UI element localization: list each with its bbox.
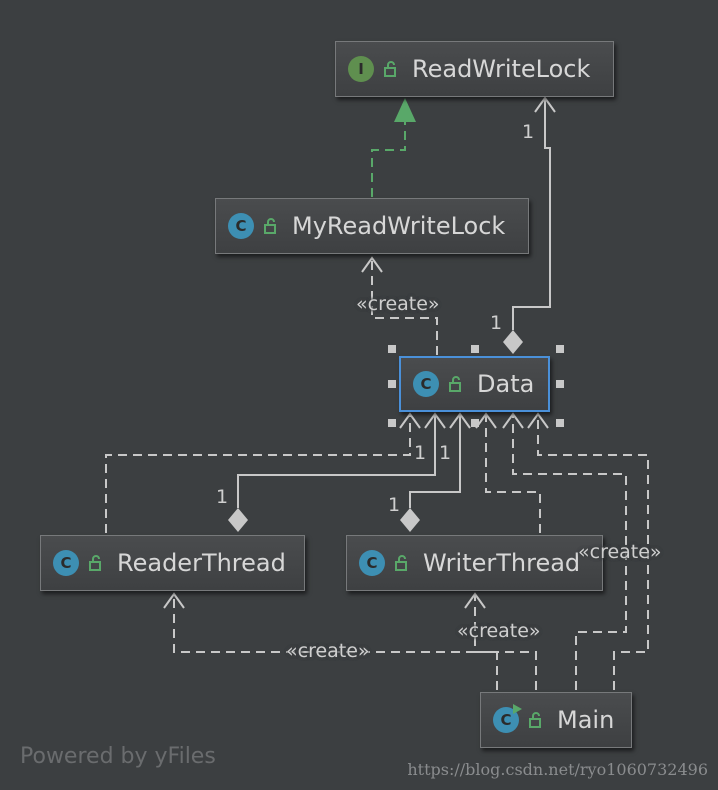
readerthread-node[interactable]: C ReaderThread [40, 535, 305, 591]
class-icon: C [359, 550, 385, 576]
realization-arrowhead [394, 98, 416, 122]
multiplicity-writer: 1 [388, 494, 401, 516]
resize-handle-right[interactable] [556, 380, 564, 388]
multiplicity-rwl-top: 1 [522, 121, 535, 143]
writer-diamond [400, 508, 420, 532]
main-name: Main [557, 706, 615, 734]
create-label-main-reader: «create» [286, 640, 370, 662]
data-node[interactable]: C Data [399, 356, 550, 412]
class-icon: C [228, 213, 254, 239]
resize-handle-top[interactable] [471, 345, 479, 353]
powered-by-label: Powered by yFiles [20, 744, 216, 769]
multiplicity-reader: 1 [216, 486, 229, 508]
realization-edge[interactable] [371, 98, 416, 197]
writerthread-name: WriterThread [423, 549, 581, 577]
reader-diamond [228, 508, 248, 532]
readerthread-name: ReaderThread [117, 549, 286, 577]
main-node[interactable]: C Main [480, 692, 632, 748]
data-name: Data [477, 370, 535, 398]
myreadwritelock-name: MyReadWriteLock [292, 212, 506, 240]
interface-icon: I [348, 56, 374, 82]
create-label-data-myrwl: «create» [356, 293, 440, 315]
run-icon [513, 704, 522, 714]
multiplicity-data-writer: 1 [439, 442, 452, 464]
public-lock-icon [264, 218, 276, 234]
reader-dependency-edge[interactable] [105, 412, 421, 533]
public-lock-icon [449, 376, 461, 392]
runnable-class-icon: C [493, 704, 522, 733]
public-lock-icon [384, 61, 396, 77]
source-watermark: https://blog.csdn.net/ryo1060732496 [407, 760, 708, 779]
resize-handle-top-left[interactable] [388, 345, 396, 353]
readwritelock-node[interactable]: I ReadWriteLock [335, 41, 614, 97]
class-icon: C [53, 550, 79, 576]
class-icon: C [413, 371, 439, 397]
resize-handle-bottom-right[interactable] [556, 419, 564, 427]
multiplicity-rwl-data: 1 [490, 312, 503, 334]
edges-layer [105, 96, 649, 690]
public-lock-icon [89, 555, 101, 571]
data-diamond [503, 330, 523, 354]
create-label-main-data: «create» [578, 541, 662, 563]
writerthread-node[interactable]: C WriterThread [346, 535, 603, 591]
myreadwritelock-node[interactable]: C MyReadWriteLock [215, 198, 529, 254]
public-lock-icon [395, 555, 407, 571]
readwritelock-name: ReadWriteLock [412, 55, 591, 83]
public-lock-icon [529, 712, 541, 728]
resize-handle-left[interactable] [388, 380, 396, 388]
class-icon: C [500, 711, 512, 729]
resize-handle-top-right[interactable] [556, 345, 564, 353]
resize-handle-bottom-left[interactable] [388, 419, 396, 427]
multiplicity-data-reader: 1 [414, 442, 427, 464]
create-edge-main-writer[interactable] [464, 592, 537, 690]
create-label-main-writer: «create» [457, 620, 541, 642]
resize-handle-bottom[interactable] [471, 419, 479, 427]
